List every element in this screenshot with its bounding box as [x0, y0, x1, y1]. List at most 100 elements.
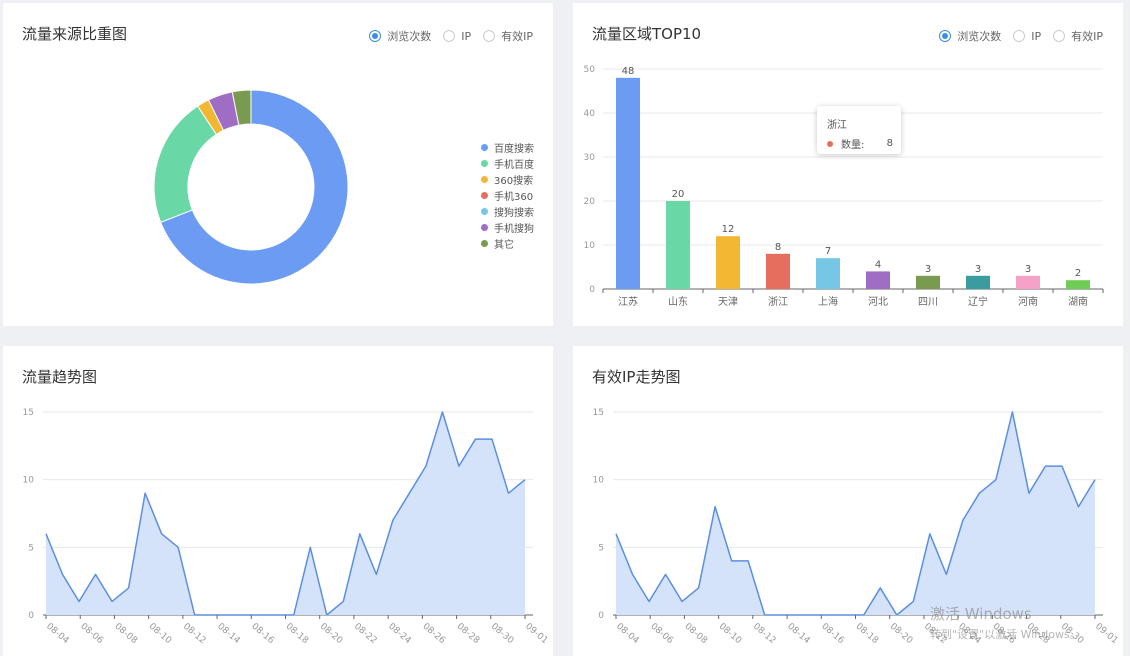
- x-tick-label: 08-10: [147, 622, 174, 647]
- bar-value-label: 2: [1075, 268, 1081, 279]
- x-tick-label: 08-16: [819, 622, 846, 647]
- x-tick-label: 08-28: [1025, 622, 1052, 647]
- bar: [616, 77, 640, 289]
- legend-label: 360搜索: [494, 175, 534, 187]
- legend-swatch-icon: [481, 207, 488, 215]
- x-tick-label: 08-06: [648, 622, 675, 647]
- bar-value-label: 3: [975, 264, 981, 275]
- y-tick-label: 20: [584, 197, 596, 207]
- x-tick-label: 08-04: [44, 622, 71, 647]
- bar: [666, 201, 690, 289]
- x-tick-label: 四川: [918, 297, 938, 308]
- x-tick-label: 08-12: [181, 622, 207, 646]
- legend-label: 手机360: [494, 191, 534, 203]
- legend-label: 其它: [494, 239, 514, 251]
- x-tick-label: 河北: [868, 296, 888, 308]
- x-tick-label: 08-04: [614, 622, 641, 647]
- bar: [816, 258, 840, 289]
- x-tick-label: 09-01: [523, 622, 549, 646]
- tooltip-marker-icon: [827, 140, 833, 147]
- x-tick-label: 09-01: [1093, 622, 1119, 646]
- area-fill: [616, 412, 1095, 615]
- y-tick-label: 5: [598, 543, 604, 553]
- x-tick-label: 08-16: [249, 622, 276, 647]
- bar: [866, 271, 890, 289]
- y-tick-label: 15: [23, 408, 34, 418]
- x-tick-label: 湖南: [1068, 295, 1088, 308]
- source-donut-chart: [153, 89, 349, 285]
- x-tick-label: 08-22: [352, 622, 378, 646]
- x-tick-label: 08-18: [854, 622, 881, 647]
- x-tick-label: 江苏: [618, 295, 638, 308]
- legend-swatch-icon: [481, 175, 488, 183]
- panel-region-top10: 流量区域TOP10 浏览次数 IP 有效IP 0 10 20 30 40 50 48 江苏 20…: [573, 3, 1123, 326]
- x-tick-label: 08-20: [888, 622, 915, 647]
- y-tick-label: 0: [598, 611, 604, 621]
- chart-tooltip: 浙江 数量: 8: [817, 106, 901, 154]
- bar-value-label: 3: [1025, 264, 1031, 275]
- x-tick-label: 08-26: [990, 622, 1017, 647]
- legend-swatch-icon: [481, 191, 488, 199]
- x-tick-label: 08-18: [284, 622, 311, 647]
- tooltip-title: 浙江: [827, 120, 847, 131]
- bar-value-label: 20: [672, 189, 685, 200]
- y-tick-label: 10: [593, 476, 605, 486]
- x-tick-label: 08-24: [386, 622, 413, 647]
- legend-swatch-icon: [481, 159, 488, 167]
- panel-traffic-trend: 流量趋势图 0 5 10 15 08-04 08-06 08-08 08-10 08-12 08-…: [3, 346, 553, 656]
- area-fill: [46, 412, 525, 615]
- legend-swatch-icon: [481, 143, 488, 151]
- bar-value-label: 7: [825, 246, 831, 257]
- bar-value-label: 8: [775, 242, 781, 253]
- bar-value-label: 3: [925, 264, 931, 275]
- x-tick-label: 08-24: [956, 622, 983, 647]
- tooltip-value: 8: [886, 138, 893, 149]
- x-tick-label: 08-26: [420, 622, 447, 647]
- x-tick-label: 08-30: [489, 622, 516, 647]
- y-tick-label: 15: [593, 408, 604, 418]
- x-tick-label: 上海: [818, 295, 838, 308]
- legend-item[interactable]: 手机百度: [481, 155, 534, 171]
- bar: [966, 275, 990, 289]
- legend-label: 搜狗搜索: [494, 207, 534, 219]
- x-tick-label: 08-08: [683, 622, 710, 647]
- legend-item[interactable]: 百度搜索: [481, 139, 534, 155]
- legend-label: 手机百度: [494, 159, 534, 171]
- legend-item[interactable]: 其它: [481, 235, 534, 251]
- legend-item[interactable]: 360搜索: [481, 171, 534, 187]
- x-tick-label: 08-12: [751, 622, 777, 646]
- legend-label: 手机搜狗: [494, 223, 534, 235]
- valid-ip-trend-chart: 0 5 10 15 08-04 08-06 08-08 08-10 08-12 08-14 08-1…: [593, 408, 1120, 647]
- panel-valid-ip-trend: 有效IP走势图 0 5 10 15 08-04 08-06 08-08 08-10 08-12 0…: [573, 346, 1123, 656]
- bar: [766, 253, 790, 289]
- bar-value-label: 12: [722, 224, 735, 235]
- x-tick-label: 08-06: [78, 622, 105, 647]
- y-tick-label: 50: [584, 65, 596, 75]
- x-tick-label: 山东: [668, 295, 688, 308]
- donut-slice: [153, 105, 218, 223]
- y-tick-label: 30: [584, 153, 596, 163]
- x-tick-label: 天津: [718, 296, 738, 308]
- bar-value-label: 48: [622, 66, 635, 77]
- x-tick-label: 08-20: [318, 622, 345, 647]
- x-tick-label: 河南: [1018, 295, 1038, 308]
- legend-swatch-icon: [481, 223, 488, 231]
- chart-legend: 百度搜索手机百度 360搜索手机360 搜狗搜索手机搜狗其它: [481, 139, 534, 251]
- x-tick-label: 08-08: [113, 622, 140, 647]
- legend-swatch-icon: [481, 239, 488, 247]
- legend-item[interactable]: 手机搜狗: [481, 219, 534, 235]
- y-tick-label: 0: [28, 611, 34, 621]
- bar: [1016, 275, 1040, 289]
- bar-value-label: 4: [875, 259, 881, 270]
- x-tick-label: 08-28: [455, 622, 482, 647]
- legend-item[interactable]: 搜狗搜索: [481, 203, 534, 219]
- legend-item[interactable]: 手机360: [481, 187, 534, 203]
- x-tick-label: 浙江: [768, 296, 788, 308]
- bar: [916, 275, 940, 289]
- x-tick-label: 08-30: [1059, 622, 1086, 647]
- x-tick-label: 08-14: [215, 622, 242, 647]
- y-tick-label: 10: [584, 241, 596, 251]
- tooltip-row: 数量: 8: [827, 136, 893, 151]
- x-tick-label: 08-14: [785, 622, 812, 647]
- x-tick-label: 08-10: [717, 622, 744, 647]
